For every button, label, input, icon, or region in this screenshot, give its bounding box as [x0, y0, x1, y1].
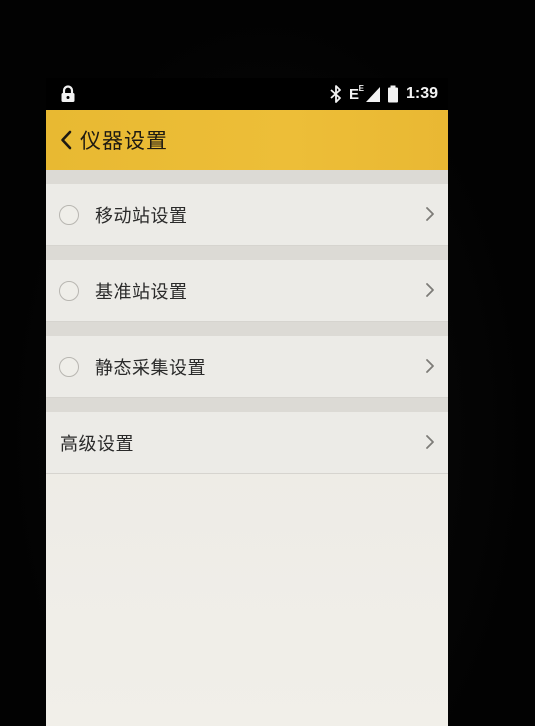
settings-item-label: 静态采集设置 — [95, 357, 206, 379]
radio-button[interactable] — [59, 356, 79, 377]
bluetooth-icon — [330, 85, 341, 103]
network-type-sup: E — [358, 83, 364, 93]
status-icons: EE 1:39 — [330, 83, 438, 105]
radio-button[interactable] — [59, 204, 79, 225]
status-time: 1:39 — [405, 85, 438, 102]
settings-item-static[interactable]: 静态采集设置 — [46, 336, 448, 398]
settings-item-label: 移动站设置 — [95, 205, 188, 227]
settings-item-label: 高级设置 — [60, 433, 134, 455]
chevron-right-icon — [426, 359, 434, 373]
battery-icon — [387, 85, 398, 103]
chevron-right-icon — [426, 283, 434, 297]
radio-button[interactable] — [59, 280, 79, 301]
signal-icon — [365, 87, 380, 102]
settings-item-advanced[interactable]: 高级设置 — [46, 412, 448, 474]
back-button[interactable] — [52, 110, 80, 170]
section-divider — [46, 246, 448, 260]
settings-item-label: 基准站设置 — [95, 281, 188, 303]
empty-content-area — [46, 544, 448, 726]
section-divider — [46, 322, 448, 336]
phone-screen: EE 1:39 仪器设置 移动站设置 基准站设置 静态采集设置 高级设置 — [46, 78, 448, 726]
settings-list: 移动站设置 基准站设置 静态采集设置 高级设置 — [46, 170, 448, 474]
status-bar: EE 1:39 — [46, 78, 448, 110]
page-title: 仪器设置 — [80, 129, 168, 153]
lock-icon — [61, 85, 75, 102]
chevron-right-icon — [426, 207, 434, 221]
chevron-left-icon — [61, 130, 72, 150]
device-frame: EE 1:39 仪器设置 移动站设置 基准站设置 静态采集设置 高级设置 — [0, 0, 535, 726]
settings-item-rover[interactable]: 移动站设置 — [46, 184, 448, 246]
app-bar: 仪器设置 — [46, 110, 448, 170]
section-divider — [46, 398, 448, 412]
section-divider — [46, 170, 448, 184]
settings-item-base[interactable]: 基准站设置 — [46, 260, 448, 322]
network-type: EE — [348, 83, 364, 103]
chevron-right-icon — [426, 435, 434, 449]
